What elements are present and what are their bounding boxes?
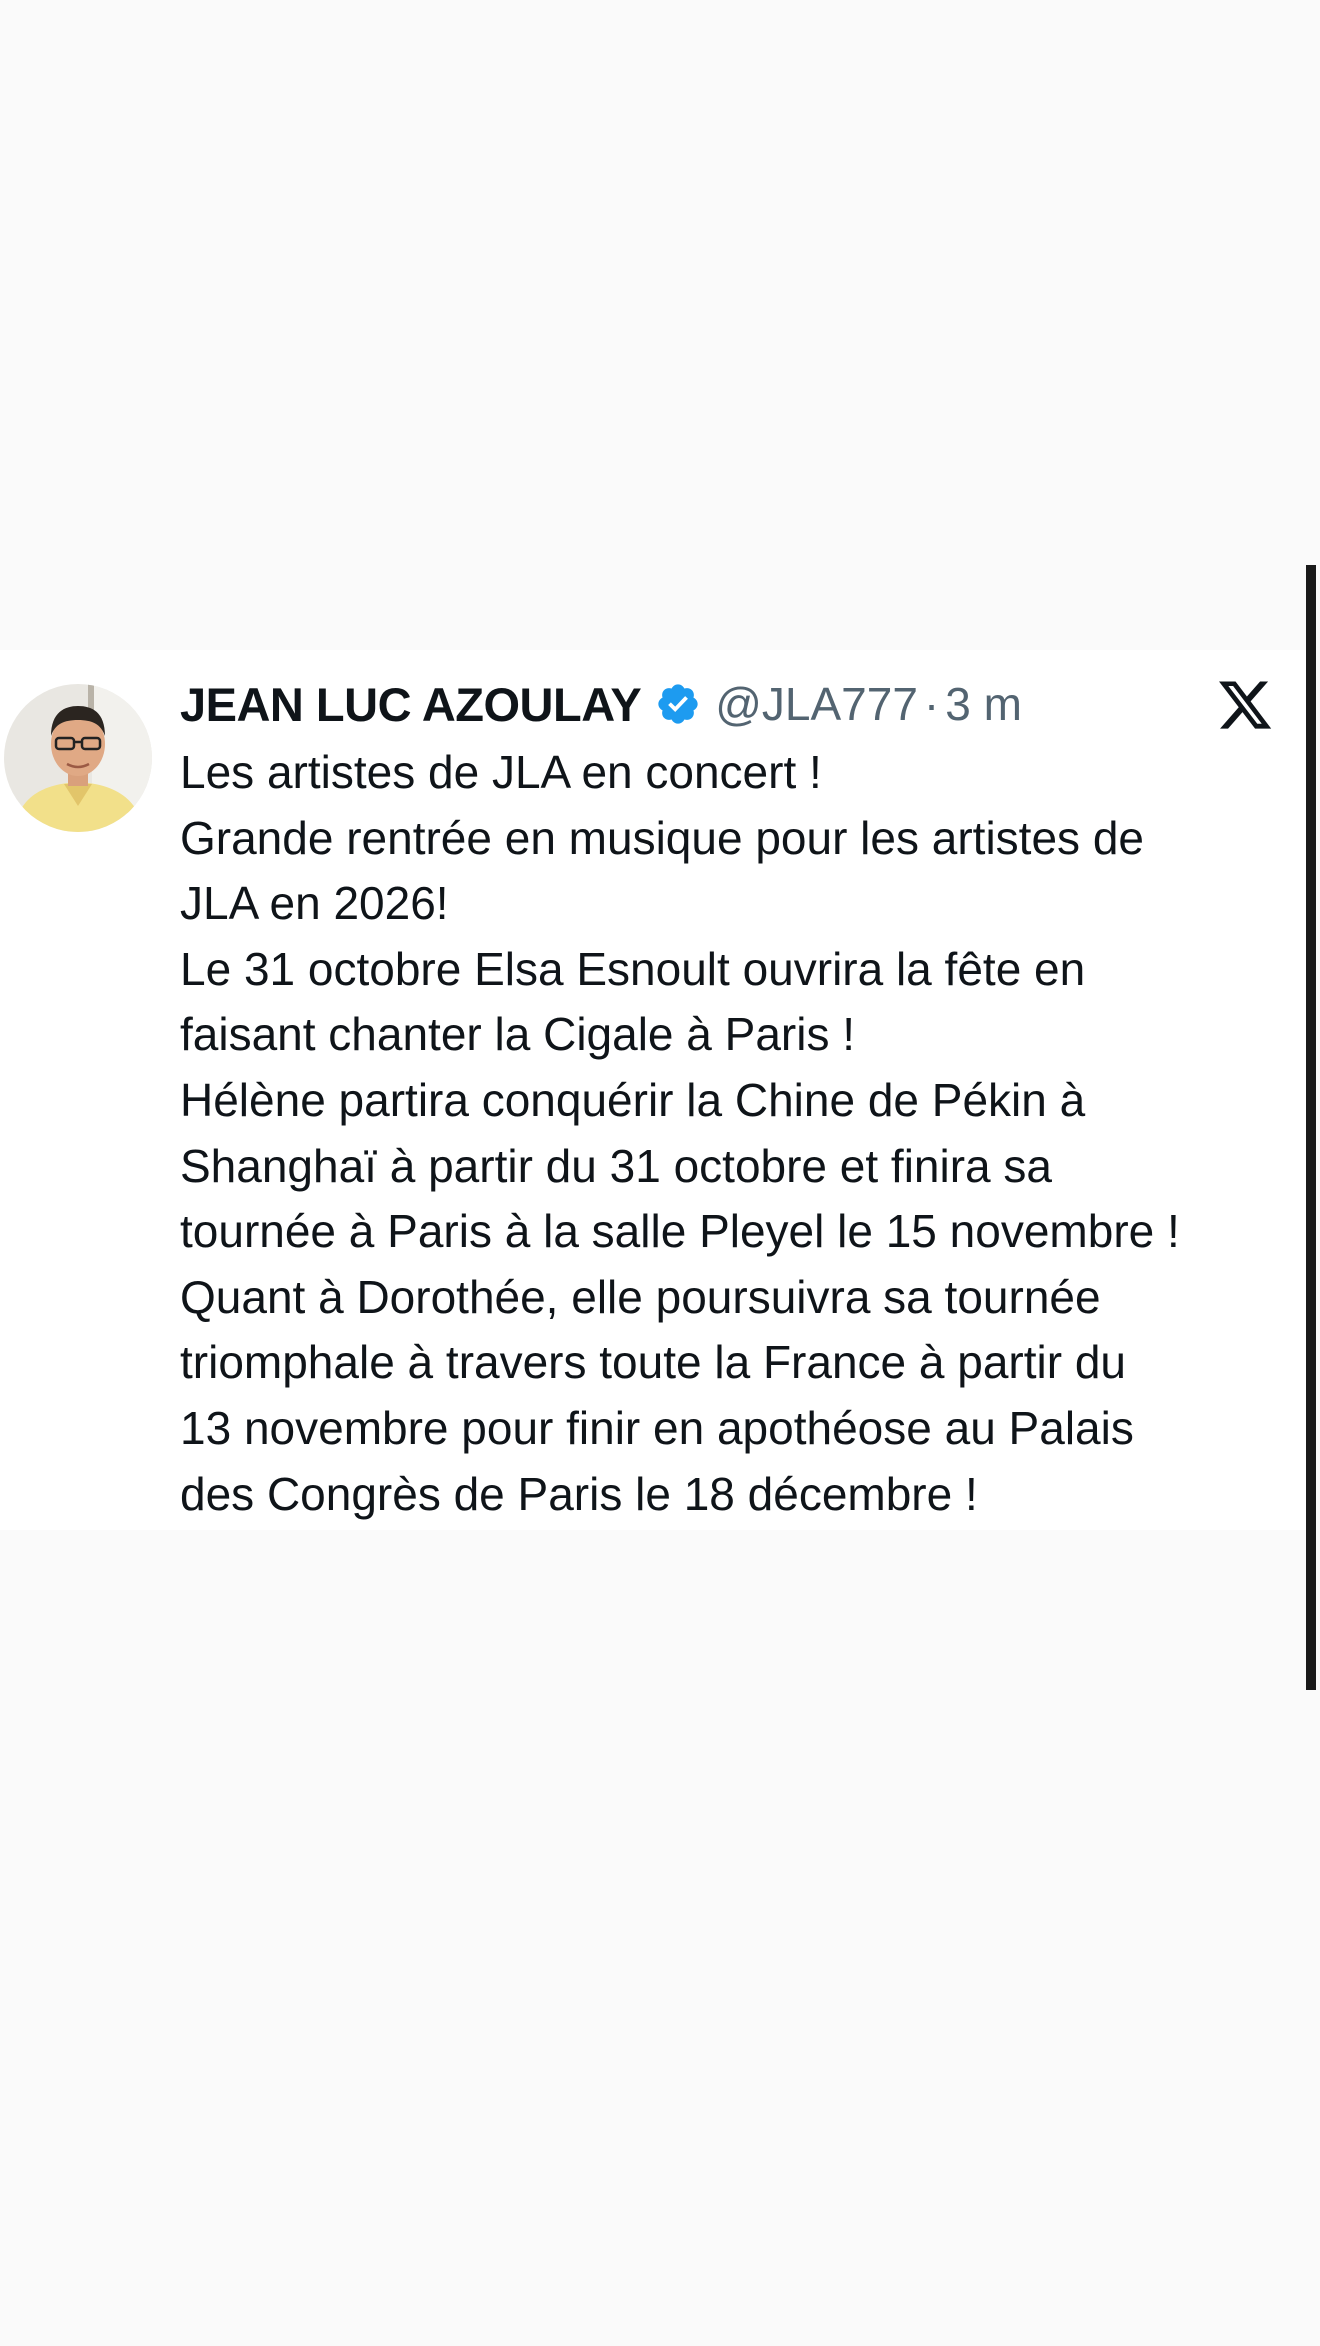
post-text-line: Quant à Dorothée, elle poursuivra sa tou…	[180, 1270, 1101, 1323]
scrollbar[interactable]	[1306, 565, 1316, 1690]
post-text-line: des Congrès de Paris le 18 décembre !	[180, 1467, 978, 1520]
post-text: Les artistes de JLA en concert ! Grande …	[180, 740, 1260, 1527]
post-text-line: tournée à Paris à la salle Pleyel le 15 …	[180, 1205, 1180, 1258]
post-timestamp[interactable]: 3 m	[945, 677, 1022, 731]
post-text-line: 13 novembre pour finir en apothéose au P…	[180, 1401, 1134, 1454]
post-body: JEAN LUC AZOULAY @JLA777 · 3 m Les artis…	[180, 676, 1260, 1527]
post-text-line: JLA en 2026!	[180, 877, 449, 930]
post-text-line: Le 31 octobre Elsa Esnoult ouvrira la fê…	[180, 942, 1086, 995]
post-text-line: Grande rentrée en musique pour les artis…	[180, 811, 1144, 864]
header-separator: ·	[923, 678, 940, 730]
post-text-line: Hélène partira conquérir la Chine de Pék…	[180, 1073, 1086, 1126]
post-text-line: Shanghaï à partir du 31 octobre et finir…	[180, 1139, 1053, 1192]
avatar-image	[4, 684, 152, 832]
avatar[interactable]	[4, 684, 152, 832]
author-handle[interactable]: @JLA777	[715, 677, 918, 731]
post-card[interactable]: JEAN LUC AZOULAY @JLA777 · 3 m Les artis…	[0, 650, 1306, 1530]
verified-badge-icon	[655, 681, 701, 727]
author-name[interactable]: JEAN LUC AZOULAY	[180, 677, 642, 732]
post-text-line: faisant chanter la Cigale à Paris !	[180, 1008, 856, 1061]
post-header: JEAN LUC AZOULAY @JLA777 · 3 m	[180, 676, 1260, 732]
x-logo-icon[interactable]	[1216, 676, 1274, 734]
post-text-line: Les artistes de JLA en concert !	[180, 746, 822, 798]
post-text-line: triomphale à travers toute la France à p…	[180, 1336, 1127, 1389]
